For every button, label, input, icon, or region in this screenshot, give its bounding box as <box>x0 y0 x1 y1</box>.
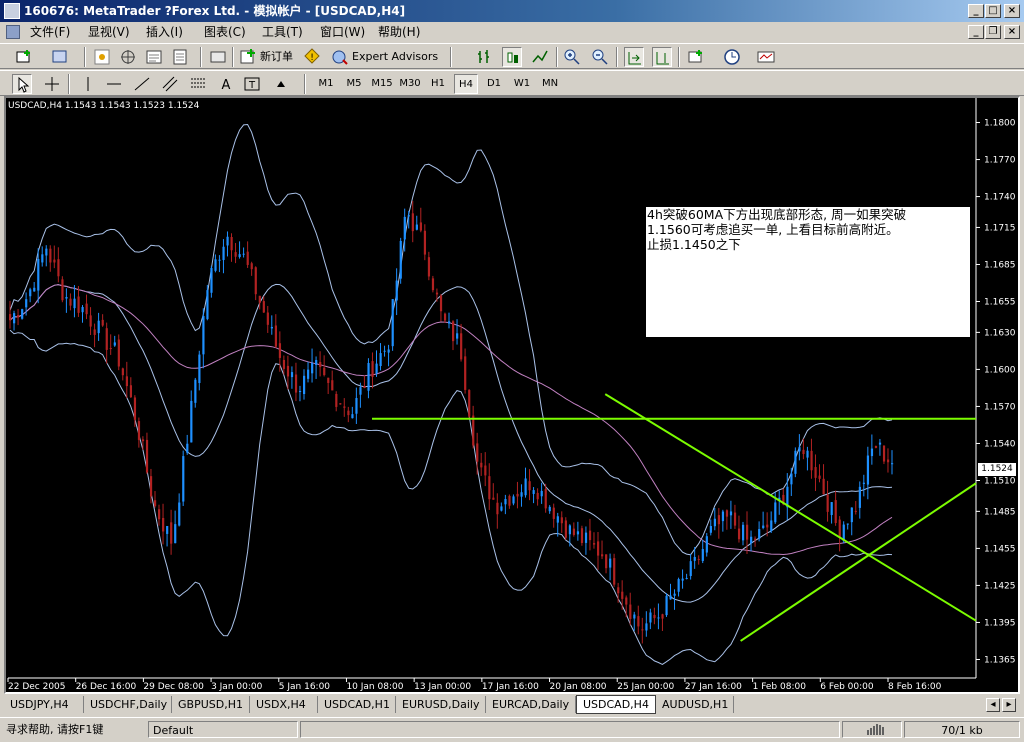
crosshair-icon[interactable] <box>42 74 62 94</box>
tab-audusd-h1[interactable]: AUDUSD,H1 <box>656 696 734 713</box>
market-watch-icon[interactable] <box>92 47 112 67</box>
tab-eurusd-daily[interactable]: EURUSD,Daily <box>396 696 486 713</box>
zoom-out-icon[interactable] <box>590 47 610 67</box>
child-minimize-button[interactable]: _ <box>968 25 984 39</box>
tab-usdjpy-h4[interactable]: USDJPY,H4 <box>4 696 84 713</box>
tab-gbpusd-h1[interactable]: GBPUSD,H1 <box>172 696 250 713</box>
timeframe-m15[interactable]: M15 <box>370 74 394 94</box>
indicators-icon[interactable] <box>686 47 706 67</box>
chart-shift-icon[interactable] <box>652 47 672 67</box>
auto-scroll-icon[interactable] <box>624 47 644 67</box>
separator <box>450 47 452 67</box>
minimize-button[interactable]: _ <box>968 4 984 18</box>
equidistant-channel-icon[interactable] <box>160 74 180 94</box>
menu-help[interactable]: 帮助(H) <box>374 24 424 40</box>
trendline-icon[interactable] <box>132 74 152 94</box>
menu-window[interactable]: 窗口(W) <box>316 24 369 40</box>
menu-charts[interactable]: 图表(C) <box>200 24 250 40</box>
expert-advisors-button[interactable]: Expert Advisors <box>352 47 444 67</box>
timeframe-d1[interactable]: D1 <box>482 74 506 94</box>
tab-usdx-h4[interactable]: USDX,H4 <box>250 696 318 713</box>
warning-icon[interactable]: ! <box>302 47 322 67</box>
menu-file[interactable]: 文件(F) <box>26 24 74 40</box>
horizontal-line-icon[interactable] <box>104 74 124 94</box>
separator <box>616 47 618 67</box>
profiles-icon[interactable] <box>50 47 70 67</box>
timeframe-h4[interactable]: H4 <box>454 74 478 94</box>
strategy-tester-icon[interactable] <box>170 47 190 67</box>
status-traffic: 70/1 kb <box>904 721 1020 738</box>
timeframe-w1[interactable]: W1 <box>510 74 534 94</box>
separator <box>68 74 70 94</box>
annotation-text: 4h突破60MA下方出现底部形态, 周一如果突破 1.1560可考虑追买一单, … <box>646 207 970 252</box>
menu-bar: 文件(F) 显视(V) 插入(I) 图表(C) 工具(T) 窗口(W) 帮助(H… <box>0 22 1024 42</box>
zoom-in-icon[interactable] <box>562 47 582 67</box>
status-help-text: 寻求帮助, 请按F1键 <box>6 723 104 736</box>
tab-usdcad-h4[interactable]: USDCAD,H4 <box>576 695 656 714</box>
separator <box>232 47 234 67</box>
tabs-scroll-left-button[interactable]: ◂ <box>986 698 1000 712</box>
vertical-line-icon[interactable] <box>78 74 98 94</box>
timeframe-m1[interactable]: M1 <box>314 74 338 94</box>
tab-usdchf-daily[interactable]: USDCHF,Daily <box>84 696 172 713</box>
separator <box>678 47 680 67</box>
status-empty <box>300 721 840 738</box>
child-close-button[interactable]: × <box>1004 25 1020 39</box>
templates-icon[interactable] <box>756 47 776 67</box>
chart-window-icon[interactable] <box>6 25 20 39</box>
menu-insert[interactable]: 插入(I) <box>142 24 187 40</box>
separator <box>304 74 306 94</box>
new-order-icon[interactable] <box>238 47 258 67</box>
expert-advisors-icon[interactable] <box>330 47 350 67</box>
maximize-button[interactable]: □ <box>985 4 1001 18</box>
window-title: 160676: MetaTrader ?Forex Ltd. - 模拟帐户 - … <box>24 4 406 18</box>
bar-chart-icon[interactable] <box>474 47 494 67</box>
annotation-textbox: 4h突破60MA下方出现底部形态, 周一如果突破 1.1560可考虑追买一单, … <box>646 207 970 337</box>
annotation-line: 1.1560可考虑追买一单, 上看目标前高附近。 <box>647 222 899 237</box>
cursor-icon[interactable] <box>12 74 32 94</box>
timeframe-h1[interactable]: H1 <box>426 74 450 94</box>
fibonacci-icon[interactable] <box>188 74 208 94</box>
current-price-label: 1.1524 <box>978 463 1016 476</box>
connection-bars-icon <box>842 721 902 738</box>
terminal-icon[interactable] <box>144 47 164 67</box>
arrows-icon[interactable] <box>272 74 292 94</box>
standard-toolbar: 新订单 ! Expert Advisors <box>0 43 1024 69</box>
navigator-icon[interactable] <box>118 47 138 67</box>
timeframe-m5[interactable]: M5 <box>342 74 366 94</box>
timeframe-mn[interactable]: MN <box>538 74 562 94</box>
history-center-icon[interactable] <box>208 47 228 67</box>
annotation-line: 止损1.1450之下 <box>647 237 741 252</box>
status-bar: 寻求帮助, 请按F1键 Default 70/1 kb <box>0 717 1024 742</box>
new-chart-icon[interactable] <box>14 47 34 67</box>
periods-icon[interactable] <box>722 47 742 67</box>
timeframe-m30[interactable]: M30 <box>398 74 422 94</box>
separator <box>556 47 558 67</box>
chart-tabs: USDJPY,H4 USDCHF,Daily GBPUSD,H1 USDX,H4… <box>0 695 1024 715</box>
chart-symbol-info: USDCAD,H4 1.1543 1.1543 1.1523 1.1524 <box>8 101 200 111</box>
separator <box>84 47 86 67</box>
tab-eurcad-daily[interactable]: EURCAD,Daily <box>486 696 576 713</box>
tabs-scroll-right-button[interactable]: ▸ <box>1002 698 1016 712</box>
separator <box>200 47 202 67</box>
child-restore-button[interactable]: ❐ <box>985 25 1001 39</box>
menu-view[interactable]: 显视(V) <box>84 24 134 40</box>
new-order-button[interactable]: 新订单 <box>260 47 296 67</box>
chart-window[interactable] <box>4 96 1020 694</box>
menu-tools[interactable]: 工具(T) <box>258 24 307 40</box>
text-label-icon[interactable]: T <box>242 74 262 94</box>
close-button[interactable]: × <box>1004 4 1020 18</box>
svg-text:!: ! <box>310 53 314 63</box>
status-profile: Default <box>148 721 298 738</box>
drawing-toolbar: A T M1 M5 M15 M30 H1 H4 D1 W1 MN <box>0 70 1024 96</box>
svg-text:T: T <box>248 80 256 91</box>
title-bar: 160676: MetaTrader ?Forex Ltd. - 模拟帐户 - … <box>0 0 1024 22</box>
candlesticks-icon[interactable] <box>502 47 522 67</box>
app-icon <box>4 3 20 19</box>
line-chart-icon[interactable] <box>530 47 550 67</box>
svg-text:A: A <box>222 78 231 93</box>
text-icon[interactable]: A <box>216 74 236 94</box>
annotation-line: 4h突破60MA下方出现底部形态, 周一如果突破 <box>647 207 907 222</box>
tab-usdcad-h1[interactable]: USDCAD,H1 <box>318 696 396 713</box>
